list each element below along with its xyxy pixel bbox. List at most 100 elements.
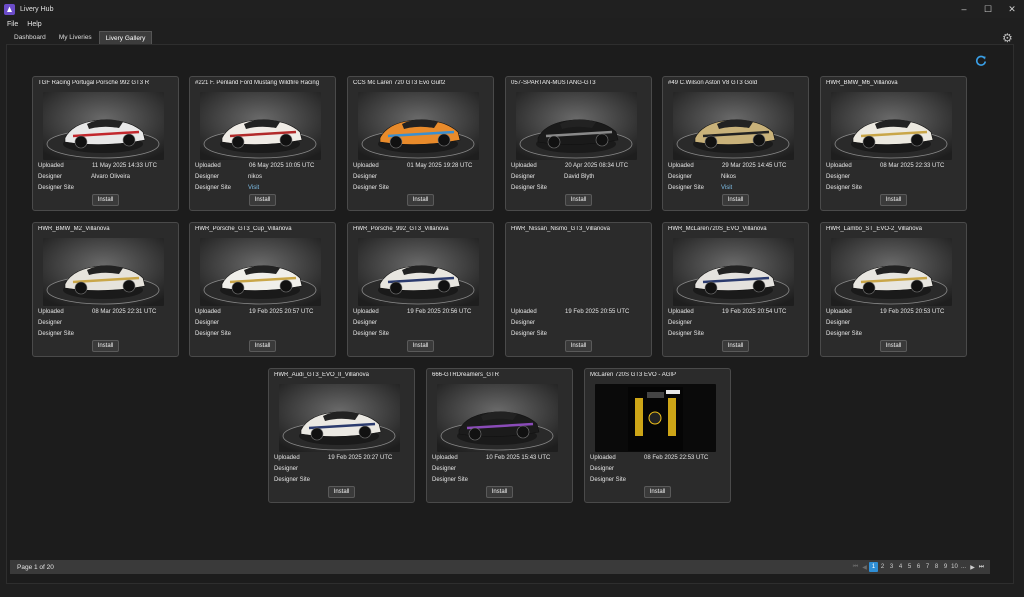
designer-site-label: Designer Site — [668, 331, 705, 337]
page-button-2[interactable]: 2 — [878, 562, 887, 572]
install-button[interactable]: Install — [92, 340, 119, 352]
uploaded-value: 20 Apr 2025 08:34 UTC — [565, 163, 629, 169]
page-button-4[interactable]: 4 — [896, 562, 905, 572]
install-button[interactable]: Install — [328, 486, 355, 498]
install-button[interactable]: Install — [644, 486, 671, 498]
close-button[interactable]: ✕ — [1000, 0, 1024, 18]
uploaded-label: Uploaded — [668, 309, 694, 315]
page-button-3[interactable]: 3 — [887, 562, 896, 572]
designer-site-label: Designer Site — [668, 185, 705, 191]
designer-site-link[interactable]: Visit — [248, 185, 259, 191]
livery-preview-image — [595, 384, 716, 452]
tab-dashboard[interactable]: Dashboard — [8, 31, 52, 44]
uploaded-label: Uploaded — [511, 163, 537, 169]
designer-label: Designer — [274, 466, 299, 472]
livery-card: TGF Racing Portugal Porsche 992 GT3 R Upl… — [32, 76, 179, 211]
title-bar: Livery Hub – ☐ ✕ — [0, 0, 1024, 18]
uploaded-value: 19 Feb 2025 20:55 UTC — [565, 309, 630, 315]
livery-thumbnail — [595, 384, 716, 452]
designer-site-label: Designer Site — [511, 331, 548, 337]
install-button[interactable]: Install — [565, 340, 592, 352]
livery-card: #49 C.Wilson Aston V8 GT3 Gold Uploaded 29… — [662, 76, 809, 211]
install-button[interactable]: Install — [249, 194, 276, 206]
pagination-bar: Page 1 of 20 ⏮ ◀ 1 2 3 4 5 6 7 8 9 10... ▶ ⏭ — [10, 560, 990, 574]
uploaded-label: Uploaded — [432, 455, 458, 461]
menu-file[interactable]: File — [7, 21, 18, 28]
livery-card: HWR_Audi_GT3_EVO_II_Villanova Uploaded 19 … — [268, 368, 415, 503]
prev-page-button[interactable]: ◀ — [860, 562, 869, 572]
designer-site-label: Designer Site — [826, 185, 863, 191]
tab-my-liveries[interactable]: My Liveries — [53, 31, 98, 44]
uploaded-label: Uploaded — [826, 309, 852, 315]
livery-card: McLaren 720S GT3 EVO - AGIP Uploaded 08 Fe… — [584, 368, 731, 503]
next-page-button[interactable]: ▶ — [968, 562, 977, 572]
livery-preview-image — [358, 92, 479, 160]
livery-thumbnail — [200, 92, 321, 160]
designer-label: Designer — [353, 174, 378, 180]
window-title: Livery Hub — [20, 5, 54, 13]
install-button[interactable]: Install — [880, 194, 907, 206]
livery-thumbnail — [358, 92, 479, 160]
uploaded-value: 06 May 2025 10:05 UTC — [249, 163, 315, 169]
livery-preview-image — [437, 384, 558, 452]
livery-card: HWR_Lambo_ST_EVO-2_Villanova Uploaded 19 F… — [820, 222, 967, 357]
designer-site-label: Designer Site — [195, 185, 232, 191]
livery-title: CCS Mc Laren 720 GT3 Evo Gulf2 — [353, 80, 446, 86]
uploaded-label: Uploaded — [38, 163, 64, 169]
tab-bar: Dashboard My Liveries Livery Gallery — [0, 30, 153, 44]
designer-site-link[interactable]: Visit — [721, 185, 732, 191]
livery-preview-image — [673, 92, 794, 160]
uploaded-label: Uploaded — [590, 455, 616, 461]
livery-title: #221 F. Penland Ford Mustang Wildfire Ra… — [195, 80, 320, 86]
page-button-8[interactable]: 8 — [932, 562, 941, 572]
page-button-9[interactable]: 9 — [941, 562, 950, 572]
page-button-6[interactable]: 6 — [914, 562, 923, 572]
install-button[interactable]: Install — [880, 340, 907, 352]
designer-site-label: Designer Site — [590, 477, 627, 483]
install-button[interactable]: Install — [407, 340, 434, 352]
designer-label: Designer — [511, 174, 536, 180]
designer-value: Nikos — [721, 174, 737, 180]
menu-help[interactable]: Help — [27, 21, 41, 28]
page-ellipsis[interactable]: ... — [959, 562, 968, 572]
install-button[interactable]: Install — [92, 194, 119, 206]
designer-label: Designer — [826, 174, 851, 180]
install-button[interactable]: Install — [565, 194, 592, 206]
livery-preview-image — [43, 92, 164, 160]
refresh-icon[interactable] — [975, 55, 987, 67]
page-button-7[interactable]: 7 — [923, 562, 932, 572]
minimize-button[interactable]: – — [952, 0, 976, 18]
first-page-button[interactable]: ⏮ — [851, 562, 860, 572]
last-page-button[interactable]: ⏭ — [977, 562, 986, 572]
livery-preview-image — [279, 384, 400, 452]
livery-preview-image — [831, 92, 952, 160]
designer-site-label: Designer Site — [195, 331, 232, 337]
livery-title: HWR_Nissan_Nismo_GT3_Villanova — [511, 226, 610, 232]
designer-label: Designer — [590, 466, 615, 472]
page-button-10[interactable]: 10 — [950, 562, 959, 572]
tab-livery-gallery[interactable]: Livery Gallery — [98, 31, 153, 44]
uploaded-label: Uploaded — [511, 309, 537, 315]
livery-title: 057-SPARTAN-MUSTANG-GT3 — [511, 80, 596, 86]
install-button[interactable]: Install — [486, 486, 513, 498]
designer-label: Designer — [668, 320, 693, 326]
livery-preview-image — [831, 238, 952, 306]
livery-thumbnail — [831, 238, 952, 306]
livery-title: HWR_Lambo_ST_EVO-2_Villanova — [826, 226, 922, 232]
designer-label: Designer — [826, 320, 851, 326]
uploaded-label: Uploaded — [195, 163, 221, 169]
livery-thumbnail — [358, 238, 479, 306]
install-button[interactable]: Install — [407, 194, 434, 206]
install-button[interactable]: Install — [722, 340, 749, 352]
designer-label: Designer — [38, 320, 63, 326]
maximize-button[interactable]: ☐ — [976, 0, 1000, 18]
page-button-1[interactable]: 1 — [869, 562, 878, 572]
designer-site-label: Designer Site — [353, 331, 390, 337]
livery-card: HWR_Porsche_992_GT3_Villanova Uploaded 19 … — [347, 222, 494, 357]
page-button-5[interactable]: 5 — [905, 562, 914, 572]
livery-title: #49 C.Wilson Aston V8 GT3 Gold — [668, 80, 758, 86]
install-button[interactable]: Install — [722, 194, 749, 206]
uploaded-value: 29 Mar 2025 14:45 UTC — [722, 163, 787, 169]
gear-icon[interactable]: ⚙ — [1002, 32, 1014, 44]
install-button[interactable]: Install — [249, 340, 276, 352]
